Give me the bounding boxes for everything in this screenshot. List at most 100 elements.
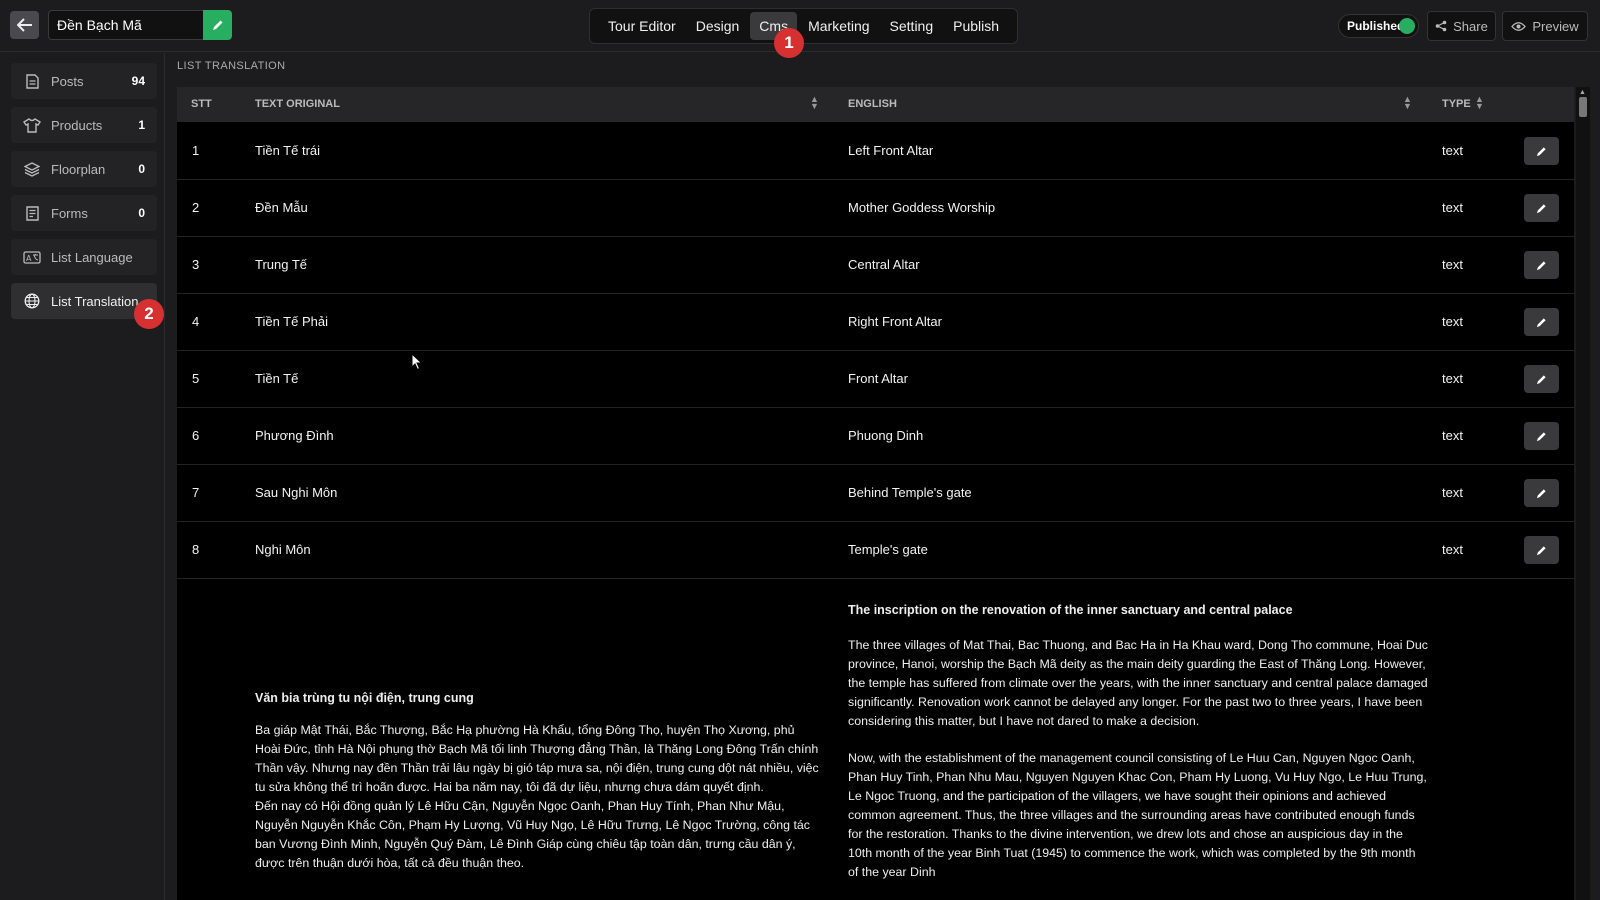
mouse-cursor-icon — [411, 353, 423, 371]
status-dot — [1399, 18, 1415, 34]
cell-english: Front Altar — [848, 371, 908, 386]
step-badge-2: 2 — [134, 299, 164, 329]
column-header-english[interactable]: ENGLISH — [848, 98, 897, 110]
cell-original: Đền Mẫu — [255, 200, 308, 215]
globe-icon — [23, 292, 41, 310]
tab-design[interactable]: Design — [687, 12, 749, 40]
count-badge: 1 — [138, 118, 145, 132]
tour-title-input[interactable]: Đền Bạch Mã — [48, 10, 203, 40]
cell-type: text — [1442, 542, 1463, 557]
table-row: 7 Sau Nghi Môn Behind Temple's gate text — [177, 465, 1574, 522]
section-title: LIST TRANSLATION — [177, 60, 286, 72]
count-badge: 0 — [138, 206, 145, 220]
english-paragraph-2: Now, with the establishment of the manag… — [848, 751, 1427, 879]
scroll-thumb[interactable] — [1579, 97, 1587, 117]
shirt-icon — [23, 116, 41, 134]
cell-type: text — [1442, 257, 1463, 272]
sidebar-item-label: Floorplan — [51, 161, 106, 177]
cell-stt: 6 — [192, 428, 200, 443]
pencil-icon[interactable] — [203, 10, 232, 40]
cell-english: Phuong Dinh — [848, 428, 924, 443]
sidebar-item-label: Posts — [51, 73, 84, 89]
original-heading: Văn bia trùng tu nội điện, trung cung — [255, 691, 474, 705]
sidebar-item-floorplan[interactable]: Floorplan 0 — [11, 151, 157, 187]
tab-setting[interactable]: Setting — [881, 12, 943, 40]
share-icon — [1435, 20, 1447, 32]
english-paragraph-1: The three villages of Mat Thai, Bac Thuo… — [848, 638, 1428, 728]
edit-pencil-icon[interactable] — [1524, 365, 1559, 393]
edit-pencil-icon[interactable] — [1524, 536, 1559, 564]
count-badge: 0 — [138, 162, 145, 176]
edit-pencil-icon[interactable] — [1524, 251, 1559, 279]
table-row: 1 Tiền Tế trái Left Front Altar text — [177, 123, 1574, 180]
sidebar-item-list-language[interactable]: A List Language — [11, 239, 157, 275]
top-bar: Đền Bạch Mã Tour Editor Design Cms Marke… — [0, 0, 1600, 58]
edit-pencil-icon[interactable] — [1524, 422, 1559, 450]
original-paragraph-2: Đến nay có Hội đồng quản lý Lê Hữu Cận, … — [255, 799, 810, 870]
edit-pencil-icon[interactable] — [1524, 308, 1559, 336]
share-label: Share — [1453, 18, 1488, 34]
cell-original: Nghi Môn — [255, 542, 311, 557]
cell-type: text — [1442, 428, 1463, 443]
preview-label: Preview — [1532, 18, 1579, 34]
column-header-type[interactable]: TYPE — [1442, 98, 1471, 110]
sidebar-item-posts[interactable]: Posts 94 — [11, 63, 157, 99]
cell-english: Left Front Altar — [848, 143, 934, 158]
cell-original: Tiền Tế trái — [255, 143, 321, 158]
cell-original: Phương Đình — [255, 428, 334, 443]
cell-type: text — [1442, 485, 1463, 500]
language-icon: A — [23, 248, 41, 266]
tab-tour-editor[interactable]: Tour Editor — [599, 12, 685, 40]
cell-english: Mother Goddess Worship — [848, 200, 996, 215]
table-row: 5 Tiền Tế Front Altar text — [177, 351, 1574, 408]
sort-icon[interactable]: ▲ ▼ — [1475, 95, 1484, 111]
share-button[interactable]: Share — [1427, 11, 1496, 41]
edit-pencil-icon[interactable] — [1524, 479, 1559, 507]
translation-table: STT TEXT ORIGINAL ▲ ▼ ENGLISH ▲ ▼ TYPE ▲ ▼ … — [177, 87, 1574, 900]
cell-stt: 1 — [192, 143, 200, 158]
sort-icon[interactable]: ▲ ▼ — [810, 95, 819, 111]
sidebar-item-label: List Translation — [51, 293, 139, 309]
cell-stt: 3 — [192, 257, 200, 272]
table-row: 8 Nghi Môn Temple's gate text — [177, 522, 1574, 579]
column-header-stt: STT — [191, 98, 212, 110]
cell-original-long: Văn bia trùng tu nội điện, trung cung Ba… — [255, 689, 820, 873]
sort-icon[interactable]: ▲ ▼ — [1403, 95, 1412, 111]
edit-pencil-icon[interactable] — [1524, 194, 1559, 222]
column-header-text-original[interactable]: TEXT ORIGINAL — [255, 98, 340, 110]
cell-original: Tiền Tế Phải — [255, 314, 328, 329]
cell-type: text — [1442, 143, 1463, 158]
original-paragraph-1: Ba giáp Mật Thái, Bắc Thượng, Bắc Hạ phư… — [255, 723, 819, 794]
published-toggle[interactable]: Published — [1338, 14, 1419, 38]
cell-original: Trung Tế — [255, 257, 308, 272]
document-icon — [23, 72, 41, 90]
back-arrow-icon[interactable] — [10, 11, 39, 39]
sidebar: Posts 94 Products 1 Floorplan 0 Forms 0 … — [0, 53, 165, 900]
vertical-scrollbar[interactable]: ▲ — [1576, 87, 1590, 900]
count-badge: 94 — [131, 74, 145, 88]
cell-stt: 7 — [192, 485, 200, 500]
table-row: 4 Tiền Tế Phải Right Front Altar text — [177, 294, 1574, 351]
tab-marketing[interactable]: Marketing — [799, 12, 878, 40]
cell-english-long: The inscription on the renovation of the… — [848, 601, 1428, 900]
cell-english: Central Altar — [848, 257, 920, 272]
step-badge-1: 1 — [774, 28, 804, 58]
sidebar-item-forms[interactable]: Forms 0 — [11, 195, 157, 231]
cell-original: Tiền Tế — [255, 371, 299, 386]
edit-pencil-icon[interactable] — [1524, 137, 1559, 165]
cell-type: text — [1442, 200, 1463, 215]
layers-icon — [23, 160, 41, 178]
published-label: Published — [1347, 19, 1405, 33]
tab-publish[interactable]: Publish — [944, 12, 1008, 40]
sidebar-item-label: Forms — [51, 205, 88, 221]
sidebar-item-products[interactable]: Products 1 — [11, 107, 157, 143]
table-row: 3 Trung Tế Central Altar text — [177, 237, 1574, 294]
cell-english: Behind Temple's gate — [848, 485, 972, 500]
cell-original: Sau Nghi Môn — [255, 485, 338, 500]
scroll-up-arrow-icon[interactable]: ▲ — [1579, 89, 1586, 96]
cell-type: text — [1442, 371, 1463, 386]
preview-button[interactable]: Preview — [1502, 11, 1588, 41]
table-row: 2 Đền Mẫu Mother Goddess Worship text — [177, 180, 1574, 237]
svg-text:A: A — [26, 254, 32, 263]
sidebar-item-label: List Language — [51, 249, 133, 265]
